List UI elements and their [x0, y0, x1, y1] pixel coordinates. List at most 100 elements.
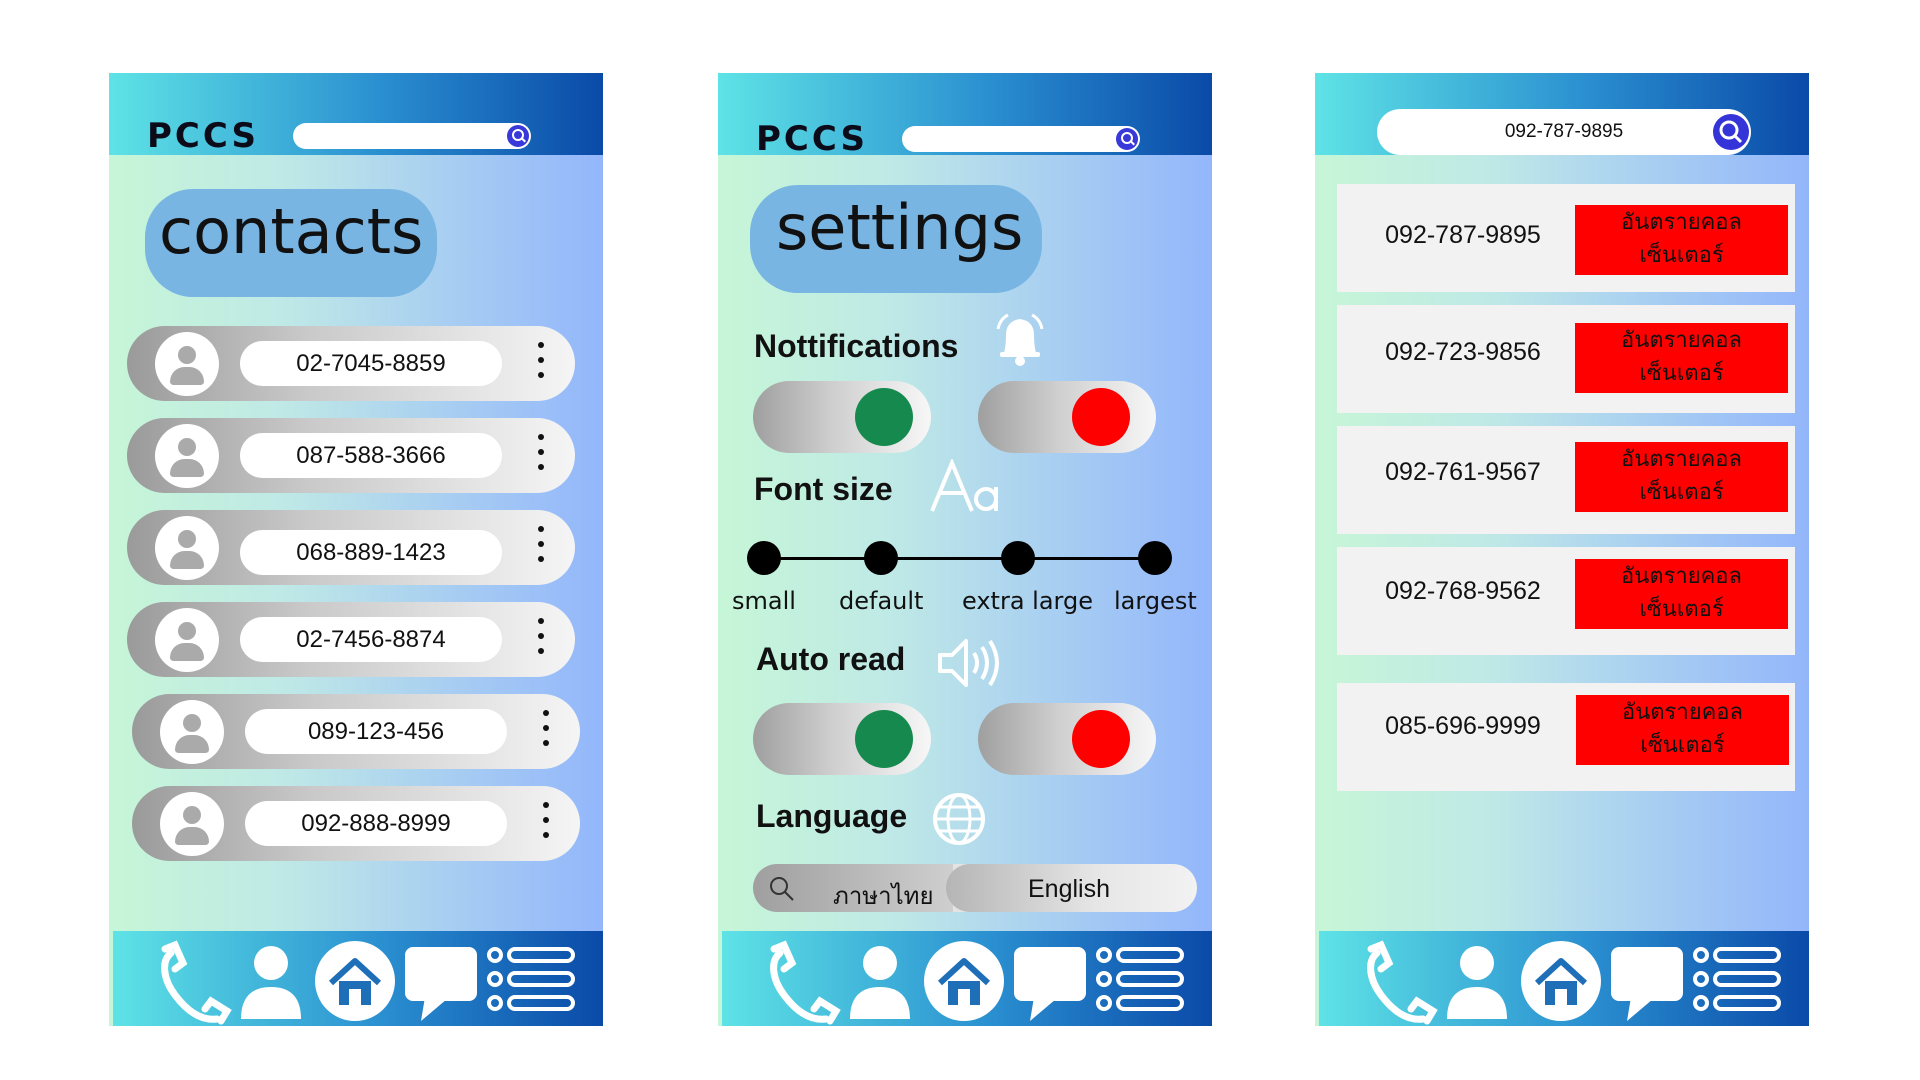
avatar-icon [155, 332, 219, 396]
danger-badge-line2: เซ็นเตอร์ [1639, 596, 1724, 621]
danger-badge-line2: เซ็นเตอร์ [1640, 732, 1725, 757]
app-logo: PCCS [147, 116, 259, 156]
page-title-pill: contacts [145, 189, 437, 297]
toggle-knob-on [855, 388, 913, 446]
font-size-label-largest: largest [1114, 587, 1197, 615]
danger-badge: อันตรายคอล เซ็นเตอร์ [1575, 559, 1788, 629]
contact-number: 087-588-3666 [240, 433, 502, 478]
contact-row[interactable]: 092-888-8999 [132, 786, 580, 861]
more-options-icon[interactable] [537, 434, 545, 478]
font-size-option-default[interactable] [864, 541, 898, 575]
danger-badge-line2: เซ็นเตอร์ [1639, 360, 1724, 385]
search-input[interactable]: 092-787-9895 [1377, 109, 1751, 155]
home-icon[interactable] [315, 941, 395, 1021]
notifications-toggle-on[interactable] [753, 381, 931, 453]
search-input[interactable] [902, 126, 1140, 152]
font-size-icon [930, 459, 998, 512]
danger-badge-line2: เซ็นเตอร์ [1639, 479, 1724, 504]
app-header: 092-787-9895 [1315, 73, 1809, 155]
chat-icon[interactable] [1611, 947, 1683, 1021]
notifications-label: Nottifications [754, 328, 959, 364]
notifications-toggle-off[interactable] [978, 381, 1156, 453]
bottom-nav [1319, 931, 1809, 1026]
font-size-option-extra-large[interactable] [1001, 541, 1035, 575]
font-size-option-small[interactable] [747, 541, 781, 575]
phone-icon[interactable] [770, 940, 841, 1025]
danger-badge: อันตรายคอล เซ็นเตอร์ [1575, 442, 1788, 512]
menu-list-icon[interactable] [1693, 947, 1781, 1011]
more-options-icon[interactable] [537, 618, 545, 662]
app-header: PCCS [109, 73, 603, 155]
contact-number: 02-7456-8874 [240, 617, 502, 662]
auto-read-toggle-on[interactable] [753, 703, 931, 775]
search-input[interactable] [293, 123, 531, 149]
language-thai-label: ภาษาไทย [833, 883, 934, 910]
font-size-label-small: small [732, 587, 796, 615]
more-options-icon[interactable] [542, 710, 550, 754]
danger-badge-line1: อันตรายคอล [1620, 563, 1742, 588]
avatar-icon [160, 792, 224, 856]
result-row[interactable]: 092-723-9856 อันตรายคอล เซ็นเตอร์ [1337, 305, 1795, 413]
search-results-screen: 092-787-9895 092-787-9895 อันตรายคอล เซ็… [1315, 73, 1809, 1026]
auto-read-label: Auto read [756, 641, 906, 677]
result-row[interactable]: 092-761-9567 อันตรายคอล เซ็นเตอร์ [1337, 426, 1795, 534]
toggle-knob-on [855, 710, 913, 768]
page-title: settings [776, 191, 1024, 264]
search-icon[interactable] [1116, 128, 1138, 150]
font-size-slider-track [764, 557, 1156, 560]
contact-row[interactable]: 089-123-456 [132, 694, 580, 769]
contact-row[interactable]: 087-588-3666 [127, 418, 575, 493]
contact-number: 068-889-1423 [240, 530, 502, 575]
chat-icon[interactable] [405, 947, 477, 1021]
danger-badge-line1: อันตรายคอล [1620, 209, 1742, 234]
danger-badge-line2: เซ็นเตอร์ [1639, 242, 1724, 267]
language-english-label: English [1028, 875, 1110, 903]
result-row[interactable]: 092-787-9895 อันตรายคอล เซ็นเตอร์ [1337, 184, 1795, 292]
danger-badge: อันตรายคอล เซ็นเตอร์ [1575, 205, 1788, 275]
contact-row[interactable]: 02-7045-8859 [127, 326, 575, 401]
settings-screen: PCCS settings Nottifications Font size s… [718, 73, 1212, 1026]
result-row[interactable]: 092-768-9562 อันตรายคอล เซ็นเตอร์ [1337, 547, 1795, 655]
profile-icon[interactable] [850, 946, 910, 1019]
toggle-knob-off [1072, 388, 1130, 446]
home-icon[interactable] [1521, 941, 1601, 1021]
page-title-pill: settings [750, 185, 1042, 293]
contact-row[interactable]: 02-7456-8874 [127, 602, 575, 677]
font-size-option-largest[interactable] [1138, 541, 1172, 575]
speaker-icon [938, 639, 999, 687]
contact-number: 089-123-456 [245, 709, 507, 754]
phone-icon[interactable] [161, 940, 232, 1025]
danger-badge: อันตรายคอล เซ็นเตอร์ [1575, 323, 1788, 393]
font-size-label: Font size [754, 471, 893, 507]
more-options-icon[interactable] [537, 526, 545, 570]
search-icon[interactable] [1713, 114, 1749, 150]
bell-icon [996, 313, 1044, 366]
phone-icon[interactable] [1367, 940, 1438, 1025]
language-option-english[interactable]: English [946, 864, 1197, 912]
app-header: PCCS [718, 73, 1212, 159]
profile-icon[interactable] [1447, 946, 1507, 1019]
home-icon[interactable] [924, 941, 1004, 1021]
language-label: Language [756, 798, 908, 834]
chat-icon[interactable] [1014, 947, 1086, 1021]
profile-icon[interactable] [241, 946, 301, 1019]
app-logo: PCCS [756, 119, 868, 159]
contact-row[interactable]: 068-889-1423 [127, 510, 575, 585]
result-row[interactable]: 085-696-9999 อันตรายคอล เซ็นเตอร์ [1337, 683, 1795, 791]
more-options-icon[interactable] [542, 802, 550, 846]
auto-read-toggle-off[interactable] [978, 703, 1156, 775]
avatar-icon [155, 424, 219, 488]
result-number: 092-787-9895 [1385, 221, 1541, 249]
language-option-thai[interactable]: ภาษาไทย [753, 864, 953, 912]
language-selector[interactable]: ภาษาไทย English [753, 864, 1197, 912]
danger-badge-line1: อันตรายคอล [1621, 699, 1743, 724]
result-number: 085-696-9999 [1385, 712, 1541, 740]
menu-list-icon[interactable] [1096, 947, 1184, 1011]
menu-list-icon[interactable] [487, 947, 575, 1011]
result-number: 092-768-9562 [1385, 577, 1541, 605]
globe-icon [933, 793, 985, 845]
page-title: contacts [159, 195, 424, 268]
search-icon[interactable] [507, 125, 529, 147]
avatar-icon [155, 516, 219, 580]
more-options-icon[interactable] [537, 342, 545, 386]
